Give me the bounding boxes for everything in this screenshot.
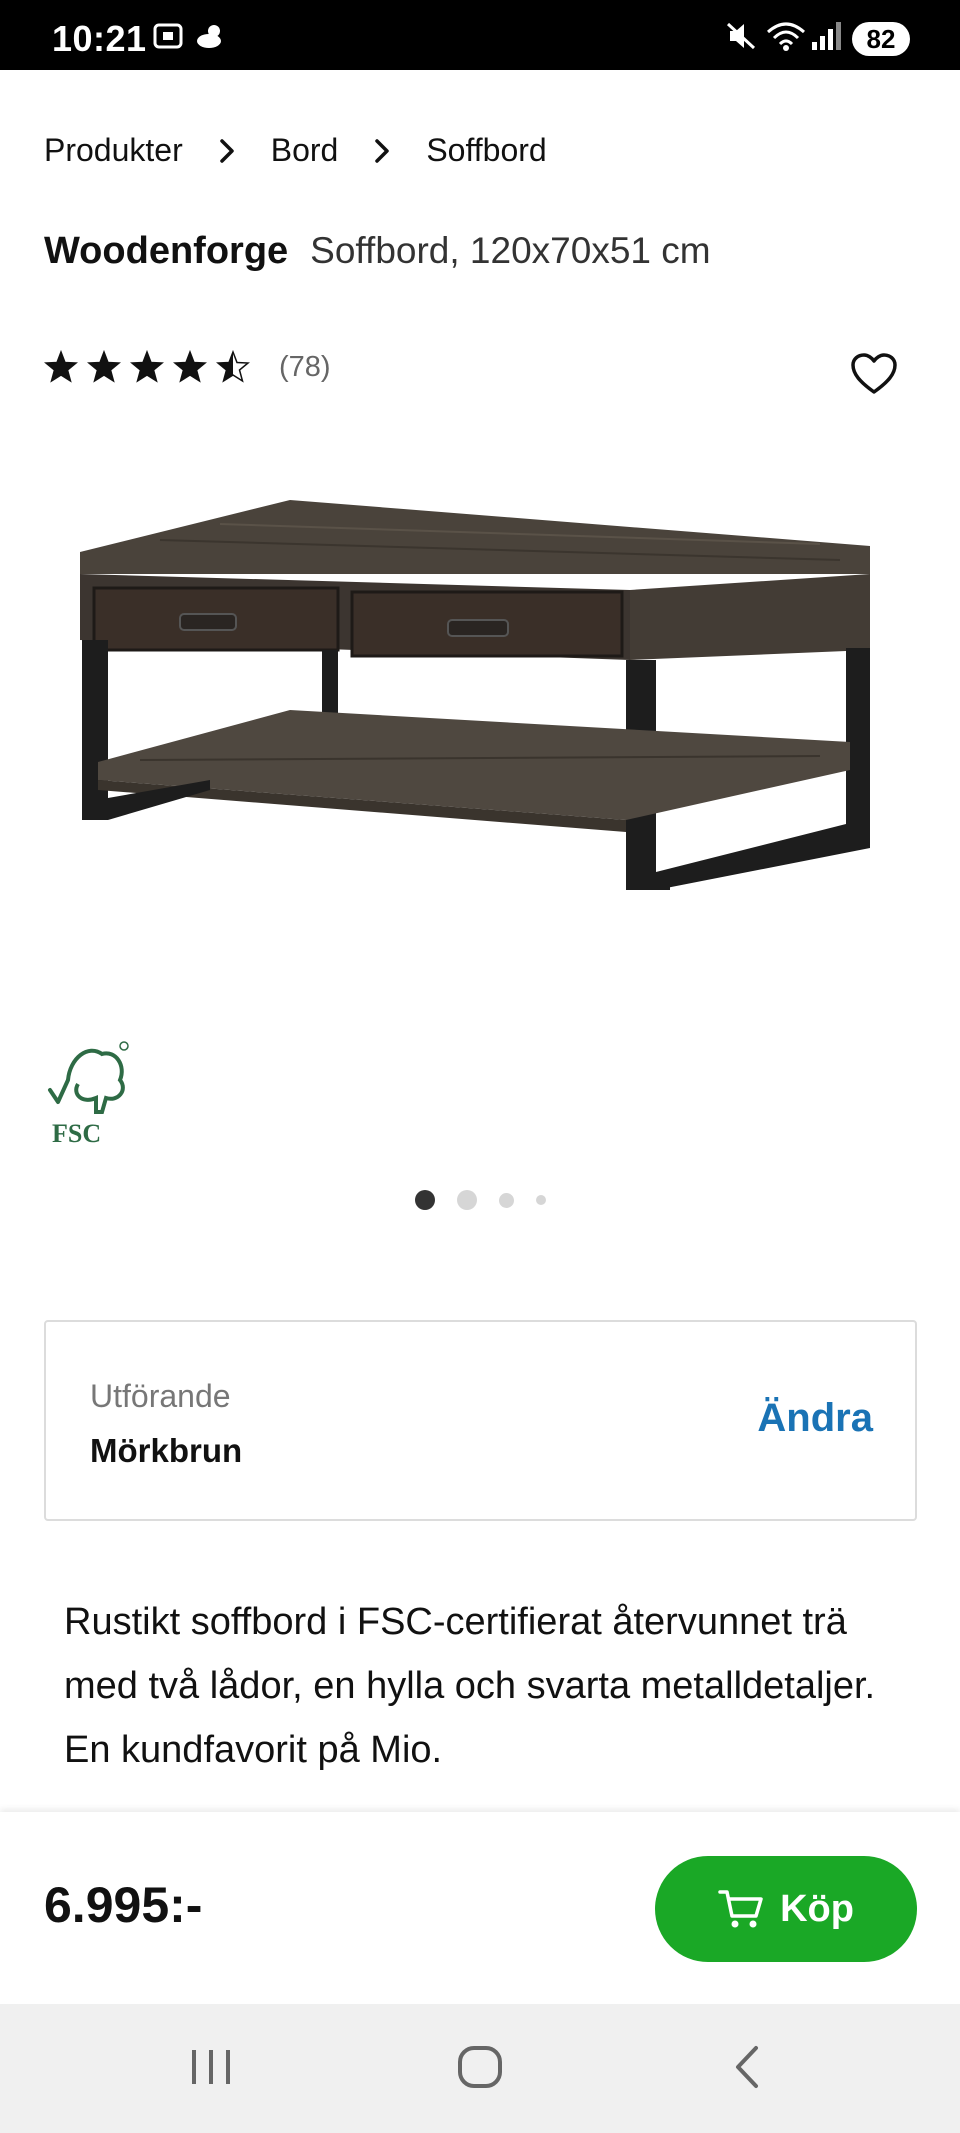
variant-selector[interactable]: Utförande Mörkbrun Ändra [44,1320,917,1521]
star-icon [216,350,250,383]
status-bar: 10:21 82 [0,0,960,70]
variant-label: Utförande [90,1378,231,1414]
carousel-dot[interactable] [535,1195,546,1205]
change-variant-link[interactable]: Ändra [757,1396,873,1441]
rating-stars [44,350,259,384]
favorite-heart-icon[interactable] [850,352,898,396]
buy-button[interactable]: Köp [655,1856,917,1962]
screenshot-icon [153,23,183,49]
price: 6.995:- [44,1877,203,1933]
star-icon [173,350,207,383]
status-time: 10:21 [52,18,147,59]
product-title: Woodenforge Soffbord, 120x70x51 cm [44,230,711,273]
svg-text:FSC: FSC [52,1119,101,1148]
image-carousel-dots[interactable] [0,1190,960,1210]
carousel-dot[interactable] [414,1190,435,1210]
breadcrumb-item-bord[interactable]: Bord [271,132,339,169]
product-brand[interactable]: Woodenforge [44,230,288,273]
buy-button-label: Köp [780,1887,854,1930]
home-icon[interactable] [454,2042,506,2092]
breadcrumb-item-soffbord[interactable]: Soffbord [426,132,546,169]
product-description: Rustikt soffbord i FSC-certifierat återv… [64,1601,876,1771]
battery-indicator: 82 [852,22,910,56]
system-nav-bar [0,2004,960,2133]
chevron-right-icon [375,138,390,163]
buy-bar: 6.995:- Köp [0,1812,960,2004]
breadcrumb: Produkter Bord Soffbord [44,132,547,169]
star-icon [87,350,121,383]
star-icon [130,350,164,383]
product-image[interactable] [60,480,900,980]
carousel-dot[interactable] [498,1192,514,1208]
signal-icon [812,22,841,50]
fsc-logo: FSC [48,1041,129,1148]
chevron-right-icon [219,138,234,163]
rating[interactable]: (78) [44,350,331,384]
recent-apps-icon[interactable] [188,2042,234,2092]
variant-value: Mörkbrun [90,1432,243,1469]
cart-icon [718,1890,763,1928]
star-icon [44,350,78,383]
product-subtitle: Soffbord, 120x70x51 cm [310,230,711,271]
wifi-icon [767,22,805,51]
review-count[interactable]: (78) [279,351,331,384]
breadcrumb-item-produkter[interactable]: Produkter [44,132,183,169]
mute-icon [726,22,756,50]
carousel-dot[interactable] [456,1190,477,1210]
weather-icon [197,25,221,48]
back-icon[interactable] [728,2042,768,2092]
